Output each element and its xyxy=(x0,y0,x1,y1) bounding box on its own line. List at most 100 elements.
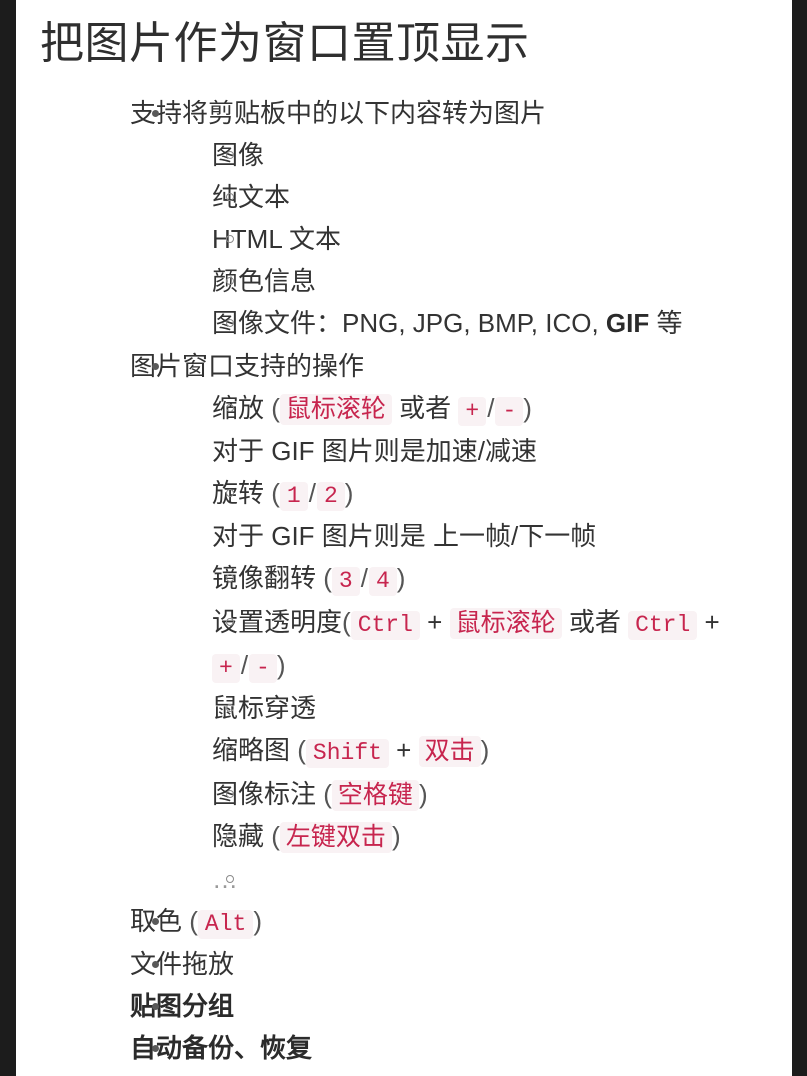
thumbnail-plus: + xyxy=(396,735,412,766)
opacity-row: 设置透明度(Ctrl + 鼠标滚轮 或者 Ctrl + + / -) xyxy=(212,601,782,688)
list-item-click-through: 鼠标穿透 xyxy=(174,687,782,729)
rotate-open-paren: ( xyxy=(271,478,280,509)
plain-text-label: 纯文本 xyxy=(212,182,291,213)
mirror-row: 镜像翻转 (3/4) xyxy=(212,557,782,600)
thumbnail-row: 缩略图 (Shift + 双击) xyxy=(212,729,782,772)
html-text-row: HTML 文本 xyxy=(212,218,782,260)
hide-key-left-double-click: 左键双击 xyxy=(279,822,392,853)
rotate-label: 旋转 xyxy=(212,478,265,509)
thumbnail-open-paren: ( xyxy=(297,735,306,766)
color-picker-label: 取色 xyxy=(130,905,183,936)
list-item-image: 图像 xyxy=(174,134,782,176)
opacity-close-paren: ) xyxy=(276,649,286,680)
image-files-label-gif: GIF xyxy=(605,308,650,339)
window-ops-list: 缩放 (鼠标滚轮 或者 + / -) 对于 GIF 图片则是加速/减速 旋转 (1/… xyxy=(130,387,782,900)
zoom-key-plus: + xyxy=(458,396,487,426)
list-item-opacity: 设置透明度(Ctrl + 鼠标滚轮 或者 Ctrl + + / -) xyxy=(174,601,782,688)
auto-backup-row: 自动备份、恢复 xyxy=(130,1027,782,1069)
zoom-key-minus: - xyxy=(495,396,524,426)
mirror-key-4: 4 xyxy=(368,567,397,597)
file-drag-row: 文件拖放 xyxy=(130,943,782,985)
more-ellipsis-label: … xyxy=(212,863,240,894)
html-text-label: HTML 文本 xyxy=(212,224,342,255)
list-item-plain-text: 纯文本 xyxy=(174,176,782,218)
list-item-hide: 隐藏 (左键双击) xyxy=(174,815,782,858)
color-picker-close-paren: ) xyxy=(253,905,263,936)
sticker-group-row: 贴图分组 xyxy=(130,985,782,1027)
zoom-gif-note: 对于 GIF 图片则是加速/减速 xyxy=(212,435,538,466)
list-item-auto-backup: 自动备份、恢复 xyxy=(84,1027,782,1069)
annotate-close-paren: ) xyxy=(418,778,428,809)
plain-text-row: 纯文本 xyxy=(212,176,782,218)
list-item-window-ops-section: 图片窗口支持的操作 缩放 (鼠标滚轮 或者 + / -) 对于 GIF 图片则是加速… xyxy=(84,345,782,900)
rotate-row: 旋转 (1/2) xyxy=(212,472,782,515)
list-item-mirror: 镜像翻转 (3/4) xyxy=(174,557,782,600)
image-row: 图像 xyxy=(212,134,782,176)
list-item-thumbnail: 缩略图 (Shift + 双击) xyxy=(174,729,782,772)
annotate-label: 图像标注 xyxy=(212,778,317,809)
clipboard-section-label: 支持将剪贴板中的以下内容转为图片 xyxy=(130,97,547,128)
list-item-clipboard-section: 支持将剪贴板中的以下内容转为图片 图像 纯文本 HTML 文本 颜色信息 图像文… xyxy=(84,92,782,345)
list-item-color-info: 颜色信息 xyxy=(174,260,782,302)
opacity-key-mouse-wheel: 鼠标滚轮 xyxy=(449,607,562,639)
rotate-key-2: 2 xyxy=(316,482,345,512)
zoom-open-paren: ( xyxy=(271,392,280,423)
image-files-label-prefix: 图像文件：PNG, JPG, BMP, ICO, xyxy=(212,308,606,339)
zoom-label: 缩放 xyxy=(212,392,265,423)
list-item-zoom: 缩放 (鼠标滚轮 或者 + / -) 对于 GIF 图片则是加速/减速 xyxy=(174,387,782,472)
mirror-label: 镜像翻转 xyxy=(212,563,317,594)
clipboard-section-label-row: 支持将剪贴板中的以下内容转为图片 xyxy=(130,92,782,134)
rotate-slash: / xyxy=(308,478,316,509)
color-info-row: 颜色信息 xyxy=(212,260,782,302)
list-item-html-text: HTML 文本 xyxy=(174,218,782,260)
color-picker-open-paren: ( xyxy=(189,905,198,936)
list-item-file-drag: 文件拖放 xyxy=(84,943,782,985)
list-item-image-files: 图像文件：PNG, JPG, BMP, ICO, GIF 等 xyxy=(174,302,782,344)
rotate-close-paren: ) xyxy=(344,478,354,509)
zoom-row: 缩放 (鼠标滚轮 或者 + / -) xyxy=(212,387,782,430)
list-item-rotate: 旋转 (1/2) 对于 GIF 图片则是 上一帧/下一帧 xyxy=(174,472,782,557)
opacity-key-minus: - xyxy=(249,653,277,683)
zoom-or-label: 或者 xyxy=(399,392,452,423)
markdown-document: 把图片作为窗口置顶显示 支持将剪贴板中的以下内容转为图片 图像 纯文本 HTML… xyxy=(16,0,792,1069)
annotate-row: 图像标注 (空格键) xyxy=(212,773,782,816)
mirror-slash: / xyxy=(360,563,368,594)
opacity-or-label: 或者 xyxy=(568,606,621,637)
list-item-sticker-group: 贴图分组 xyxy=(84,985,782,1027)
mirror-close-paren: ) xyxy=(396,563,406,594)
opacity-key-plus: + xyxy=(212,653,240,683)
rotate-gif-note: 对于 GIF 图片则是 上一帧/下一帧 xyxy=(212,521,597,552)
top-level-list: 支持将剪贴板中的以下内容转为图片 图像 纯文本 HTML 文本 颜色信息 图像文… xyxy=(26,92,782,1069)
hide-open-paren: ( xyxy=(271,821,280,851)
click-through-row: 鼠标穿透 xyxy=(212,687,782,729)
opacity-key-ctrl-1: Ctrl xyxy=(350,610,420,640)
color-picker-row: 取色 (Alt) xyxy=(130,900,782,943)
hide-label: 隐藏 xyxy=(212,821,265,851)
opacity-slash: / xyxy=(240,649,249,680)
window-ops-section-label: 图片窗口支持的操作 xyxy=(130,350,365,381)
list-item-more: … xyxy=(174,858,782,900)
auto-backup-label: 自动备份、恢复 xyxy=(130,1033,313,1064)
hide-close-paren: ) xyxy=(391,821,401,851)
opacity-key-ctrl-2: Ctrl xyxy=(628,610,698,640)
opacity-plus-1: + xyxy=(427,606,443,637)
opacity-plus-2: + xyxy=(704,606,720,637)
more-row: … xyxy=(212,858,782,900)
sticker-group-label: 贴图分组 xyxy=(130,990,235,1021)
thumbnail-close-paren: ) xyxy=(480,735,490,766)
opacity-label: 设置透明度 xyxy=(212,606,343,637)
image-files-row: 图像文件：PNG, JPG, BMP, ICO, GIF 等 xyxy=(212,302,782,344)
zoom-close-paren: ) xyxy=(523,392,532,423)
clipboard-content-list: 图像 纯文本 HTML 文本 颜色信息 图像文件：PNG, JPG, BMP, … xyxy=(130,134,782,345)
document-page: 把图片作为窗口置顶显示 支持将剪贴板中的以下内容转为图片 图像 纯文本 HTML… xyxy=(16,0,792,1076)
hide-row: 隐藏 (左键双击) xyxy=(212,815,782,858)
annotate-open-paren: ( xyxy=(323,778,332,809)
mirror-key-3: 3 xyxy=(331,567,360,597)
image-label: 图像 xyxy=(212,140,265,171)
color-picker-key-alt: Alt xyxy=(197,909,254,939)
thumbnail-key-double-click: 双击 xyxy=(418,736,481,768)
annotate-key-space: 空格键 xyxy=(331,779,419,811)
window-ops-section-label-row: 图片窗口支持的操作 xyxy=(130,345,782,387)
thumbnail-label: 缩略图 xyxy=(212,735,291,766)
page-title: 把图片作为窗口置顶显示 xyxy=(40,19,530,68)
